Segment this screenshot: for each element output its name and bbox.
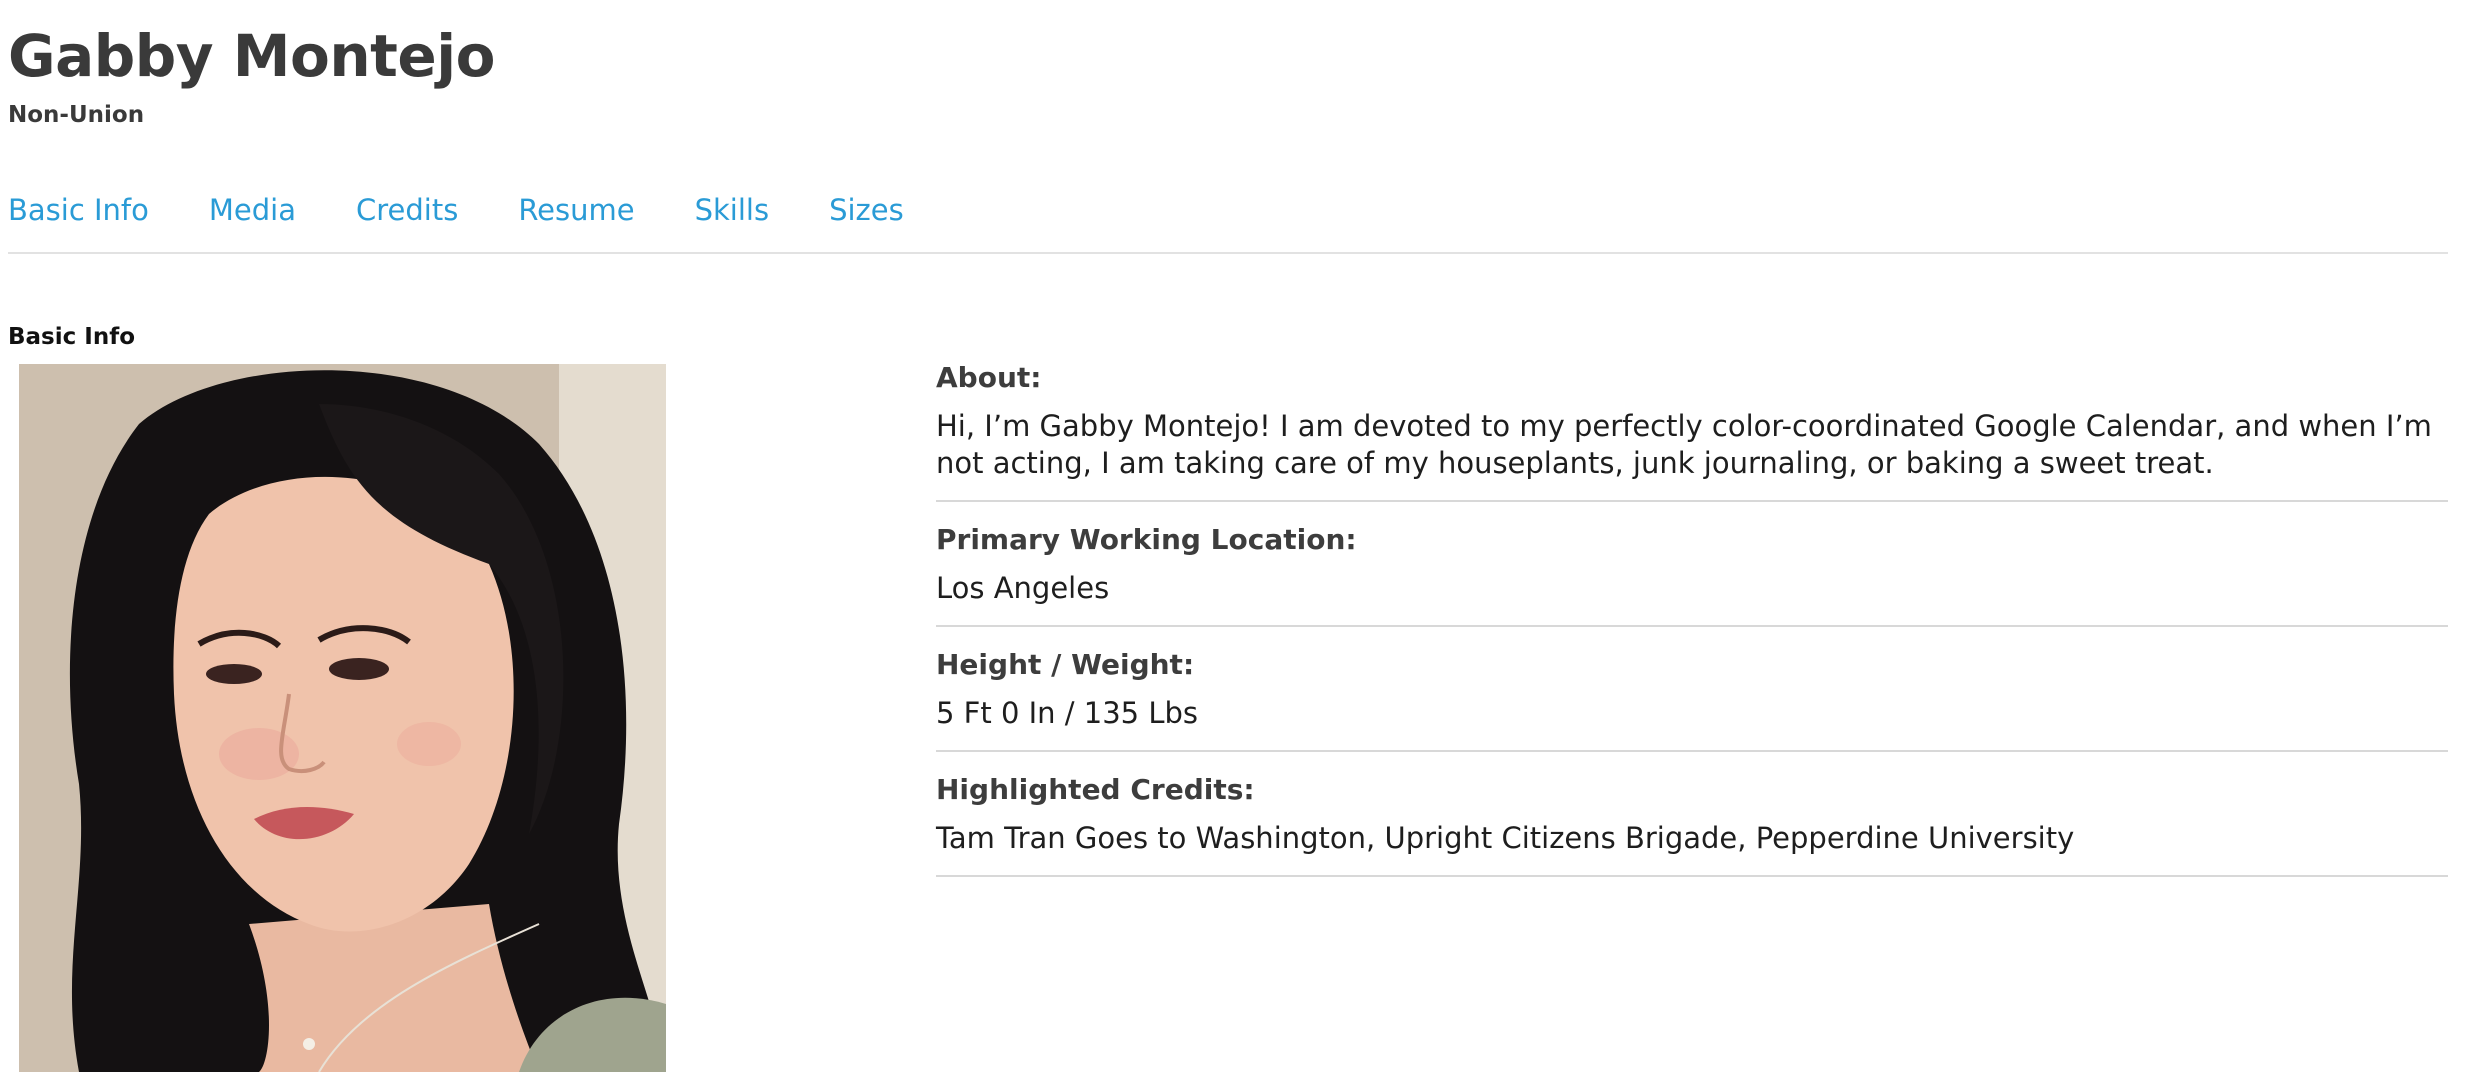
height-weight-label: Height / Weight: [936, 648, 1195, 681]
headshot-photo [19, 364, 666, 1072]
tab-media[interactable]: Media [209, 190, 296, 230]
height-weight-value: 5 Ft 0 In / 135 Lbs [936, 696, 1198, 730]
tab-basic-info[interactable]: Basic Info [8, 190, 149, 230]
union-status: Non-Union [8, 102, 145, 128]
profile-header: Gabby Montejo Non-Union [8, 18, 495, 128]
height-weight-field: Height / Weight: 5 Ft 0 In / 135 Lbs [936, 627, 2448, 752]
about-value: Hi, I’m Gabby Montejo! I am devoted to m… [936, 409, 2432, 480]
tab-skills[interactable]: Skills [695, 190, 769, 230]
location-label: Primary Working Location: [936, 523, 1357, 556]
highlighted-credits-field: Highlighted Credits: Tam Tran Goes to Wa… [936, 752, 2448, 877]
about-label: About: [936, 361, 1042, 394]
profile-page: Gabby Montejo Non-Union Basic Info Media… [0, 0, 2486, 1072]
tab-credits[interactable]: Credits [356, 190, 458, 230]
profile-name: Gabby Montejo [8, 22, 495, 90]
section-title: Basic Info [8, 324, 136, 350]
nav-divider [8, 252, 2448, 254]
highlighted-credits-label: Highlighted Credits: [936, 773, 1255, 806]
basic-info-fields: About: Hi, I’m Gabby Montejo! I am devot… [936, 350, 2448, 877]
location-field: Primary Working Location: Los Angeles [936, 502, 2448, 627]
profile-tabs: Basic Info Media Credits Resume Skills S… [8, 190, 964, 230]
tab-resume[interactable]: Resume [518, 190, 634, 230]
location-value: Los Angeles [936, 571, 1110, 605]
about-field: About: Hi, I’m Gabby Montejo! I am devot… [936, 350, 2448, 502]
tab-sizes[interactable]: Sizes [829, 190, 904, 230]
highlighted-credits-value: Tam Tran Goes to Washington, Upright Cit… [936, 821, 2075, 855]
